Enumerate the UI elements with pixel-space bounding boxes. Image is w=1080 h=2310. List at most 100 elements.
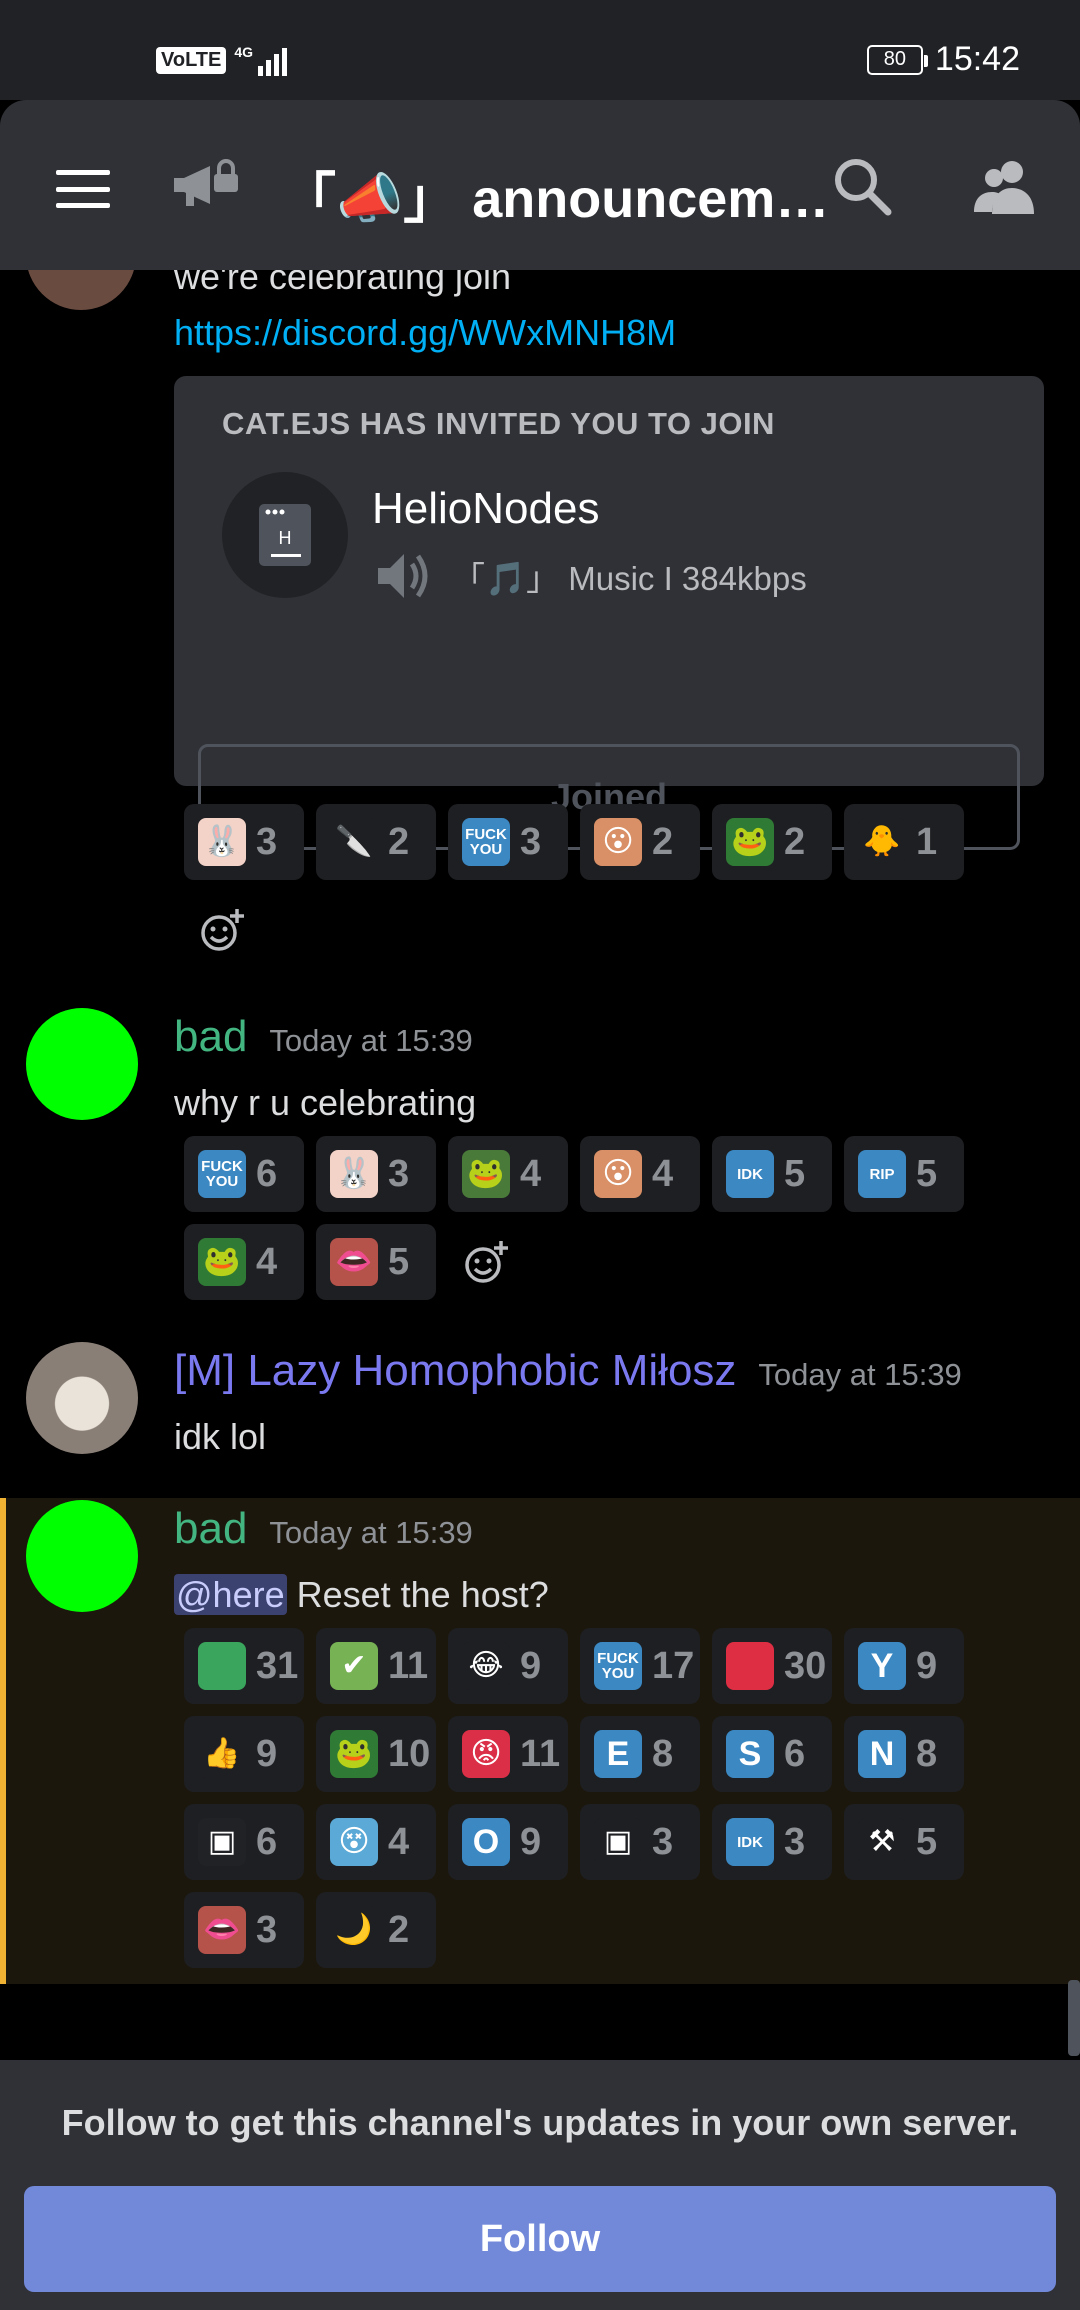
reaction-count: 3 — [388, 1152, 410, 1195]
reaction-letter-y[interactable]: Y9 — [844, 1628, 964, 1704]
reaction-idk[interactable]: IDK 3 — [712, 1804, 832, 1880]
reaction-check[interactable]: ✔ 11 — [316, 1628, 436, 1704]
add-reaction-icon[interactable] — [448, 1224, 524, 1300]
reaction-helio-h[interactable]: ▣ 3 — [580, 1804, 700, 1880]
server-icon[interactable]: H — [222, 472, 348, 598]
reaction-red-square[interactable]: 30 — [712, 1628, 832, 1704]
add-reaction-icon[interactable] — [184, 892, 260, 968]
reaction-fuck-you[interactable]: FUCK YOU 6 — [184, 1136, 304, 1212]
knife-cat-icon: 🔪 — [330, 818, 378, 866]
reaction-count: 2 — [388, 820, 410, 863]
reaction-count: 31 — [256, 1644, 299, 1687]
reaction-pepe[interactable]: 🐸 10 — [316, 1716, 436, 1792]
reaction-count: 6 — [256, 1820, 278, 1863]
reaction-duck-moon[interactable]: 🌙 2 — [316, 1892, 436, 1968]
reaction-pepe-sign[interactable]: 🐸 4 — [448, 1136, 568, 1212]
anime-icon: 😵 — [330, 1818, 378, 1866]
reaction-count: 5 — [388, 1240, 410, 1283]
avatar[interactable] — [26, 1342, 138, 1454]
message-body: Reset the host? — [286, 1574, 549, 1615]
fuck-you-icon: FUCK YOU — [198, 1150, 246, 1198]
reaction-mouth[interactable]: 👄 5 — [316, 1224, 436, 1300]
timestamp: Today at 15:39 — [758, 1357, 962, 1392]
reaction-hammer[interactable]: ⚒ 5 — [844, 1804, 964, 1880]
reaction-cursing[interactable]: 😡 11 — [448, 1716, 568, 1792]
voice-channel-name: 「🎵」 Music I 384kbps — [452, 560, 807, 597]
letter-n-icon: N — [858, 1730, 906, 1778]
message-text: idk lol — [174, 1416, 267, 1457]
reaction-fuck-you[interactable]: FUCK YOU 17 — [580, 1628, 700, 1704]
mention-here[interactable]: @here — [174, 1574, 287, 1615]
avatar[interactable] — [26, 270, 136, 310]
reaction-bunny[interactable]: 🐰 3 — [316, 1136, 436, 1212]
red-square-icon — [726, 1642, 774, 1690]
scrollbar[interactable] — [1068, 1980, 1080, 2056]
reaction-pepe[interactable]: 🐸 4 — [184, 1224, 304, 1300]
face-icon: 😮 — [594, 818, 642, 866]
invite-link[interactable]: https://discord.gg/WWxMNH8M — [174, 312, 676, 354]
reaction-count: 10 — [388, 1732, 431, 1775]
letter-s-icon: S — [726, 1730, 774, 1778]
reaction-letter-e[interactable]: E8 — [580, 1716, 700, 1792]
joy-icon: 😂 — [462, 1642, 510, 1690]
reaction-duck[interactable]: 🐥 1 — [844, 804, 964, 880]
clock: 15:42 — [934, 40, 1020, 78]
reaction-bunny[interactable]: 🐰 3 — [184, 804, 304, 880]
pepe-icon: 🐸 — [330, 1730, 378, 1778]
reaction-anime[interactable]: 😵 4 — [316, 1804, 436, 1880]
invite-card: CAT.EJS HAS INVITED YOU TO JOIN H HelioN… — [174, 376, 1044, 850]
reaction-letter-o[interactable]: O9 — [448, 1804, 568, 1880]
author-name[interactable]: bad — [174, 1504, 247, 1554]
reaction-count: 9 — [520, 1820, 542, 1863]
search-icon[interactable] — [832, 156, 892, 216]
reaction-bar: 🐰 3 🔪 2 FUCK YOU 3 😮 2 🐸 2 🐥 1 — [184, 804, 1044, 968]
announcement-locked-icon — [174, 159, 238, 206]
reaction-count: 4 — [652, 1152, 674, 1195]
reaction-pepe[interactable]: 🐸 2 — [712, 804, 832, 880]
green-square-icon — [198, 1642, 246, 1690]
reaction-face[interactable]: 😮 4 — [580, 1136, 700, 1212]
reaction-count: 2 — [388, 1908, 410, 1951]
reaction-letter-n[interactable]: N8 — [844, 1716, 964, 1792]
timestamp: Today at 15:39 — [269, 1023, 473, 1058]
reaction-count: 3 — [520, 820, 542, 863]
reaction-face[interactable]: 😮 2 — [580, 804, 700, 880]
reaction-count: 6 — [784, 1732, 806, 1775]
reaction-thumbs-up[interactable]: 👍 9 — [184, 1716, 304, 1792]
reaction-count: 8 — [652, 1732, 674, 1775]
reaction-count: 30 — [784, 1644, 827, 1687]
letter-y-icon: Y — [858, 1642, 906, 1690]
reaction-letter-s[interactable]: S6 — [712, 1716, 832, 1792]
author-name[interactable]: [M] Lazy Homophobic Miłosz — [174, 1346, 736, 1396]
bunny-icon: 🐰 — [198, 818, 246, 866]
follow-bar: Follow to get this channel's updates in … — [0, 2060, 1080, 2310]
reaction-helio[interactable]: ▣ 6 — [184, 1804, 304, 1880]
face-icon: 😮 — [594, 1150, 642, 1198]
bunny-icon: 🐰 — [330, 1150, 378, 1198]
reaction-rip[interactable]: RIP 5 — [844, 1136, 964, 1212]
reaction-knife-cat[interactable]: 🔪 2 — [316, 804, 436, 880]
members-icon[interactable] — [972, 158, 1038, 214]
reaction-bar: 31 ✔ 11 😂 9 FUCK YOU 17 30 Y 9 👍 9 🐸 10 😡 11 E 8 S 6 N 8 ▣ 6 😵 4 O… — [184, 1628, 1044, 1968]
reaction-count: 5 — [916, 1820, 938, 1863]
channel-header: 「📣」 announcem… — [0, 100, 1080, 270]
reaction-joy[interactable]: 😂 9 — [448, 1628, 568, 1704]
letter-o-icon: O — [462, 1818, 510, 1866]
reaction-mouth[interactable]: 👄 3 — [184, 1892, 304, 1968]
menu-icon[interactable] — [56, 170, 110, 208]
author-name[interactable]: bad — [174, 1012, 247, 1062]
message-list[interactable]: we're celebrating join https://discord.g… — [0, 270, 1080, 2060]
pepe-icon: 🐸 — [198, 1238, 246, 1286]
helio-h-icon: ▣ — [594, 1818, 642, 1866]
reaction-count: 11 — [388, 1644, 429, 1687]
reaction-idk[interactable]: IDK 5 — [712, 1136, 832, 1212]
reaction-count: 3 — [652, 1820, 674, 1863]
avatar[interactable] — [26, 1500, 138, 1612]
channel-title[interactable]: 「📣」 announcem… — [282, 154, 829, 233]
follow-button[interactable]: Follow — [24, 2186, 1056, 2292]
reaction-count: 9 — [256, 1732, 278, 1775]
reaction-fuck-you[interactable]: FUCK YOU 3 — [448, 804, 568, 880]
avatar[interactable] — [26, 1008, 138, 1120]
reaction-count: 5 — [784, 1152, 806, 1195]
reaction-green-square[interactable]: 31 — [184, 1628, 304, 1704]
